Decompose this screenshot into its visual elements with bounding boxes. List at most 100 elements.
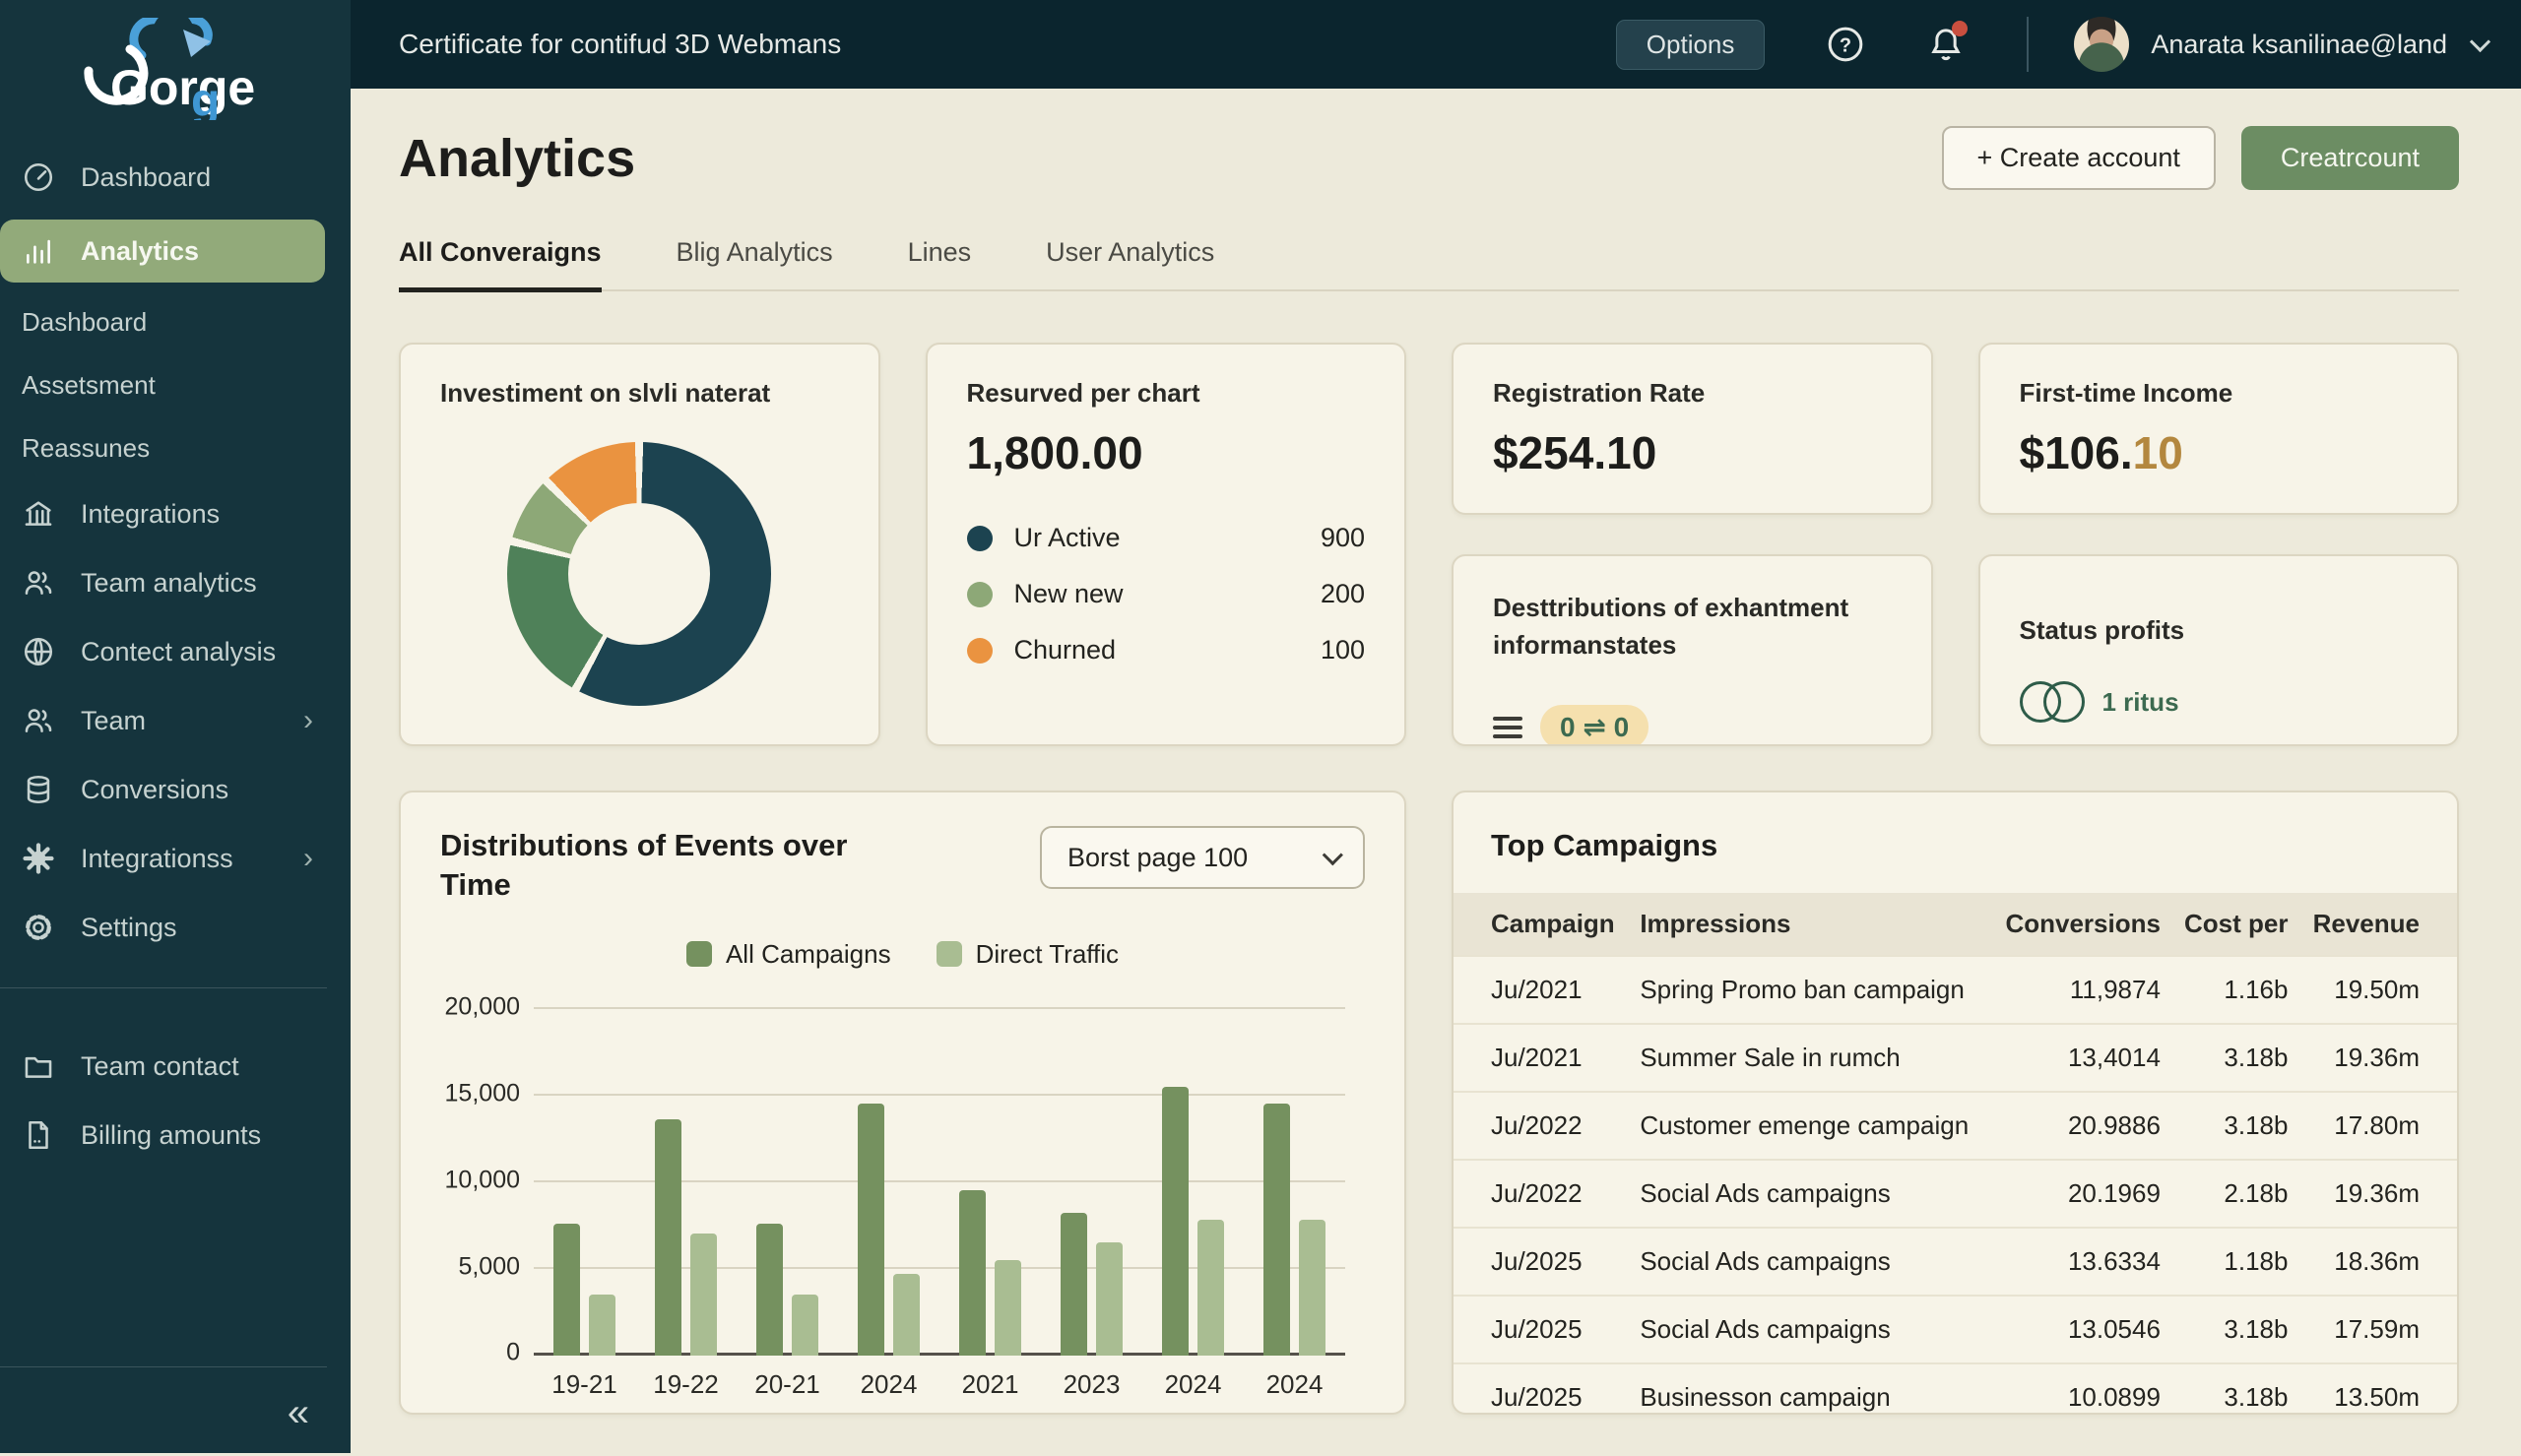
bar-group-2021 [939, 1009, 1041, 1356]
sidebar-item-dashboard[interactable]: Dashboard [0, 143, 351, 212]
y-tick-label: 15,000 [431, 1079, 520, 1108]
sidebar-item-label: Billing amounts [81, 1120, 261, 1151]
bar [655, 1119, 681, 1355]
y-tick-label: 20,000 [431, 992, 520, 1021]
bar [1197, 1220, 1224, 1355]
table-row[interactable]: Ju/2021Spring Promo ban campaign11,98741… [1454, 956, 2457, 1024]
sidebar-item-analytics[interactable]: Analytics [0, 220, 325, 283]
table-row[interactable]: Ju/2021Summer Sale in rumch13,40143.18b1… [1454, 1024, 2457, 1092]
legend-dot [967, 638, 993, 664]
sidebar-footer-nav: Team contact Billing amounts [0, 1014, 351, 1170]
card-label: Investiment on slvli naterat [440, 378, 839, 409]
sidebar-item-label: Assetsment [22, 370, 156, 401]
sidebar-item-contect-analysis[interactable]: Contect analysis [0, 617, 351, 686]
sidebar-item-integrations[interactable]: Integrations [0, 479, 351, 548]
sidebar-item-label: Settings [81, 913, 177, 943]
legend-dot [967, 582, 993, 607]
sidebar-item-team-analytics[interactable]: Team analytics [0, 548, 351, 617]
options-button[interactable]: Options [1616, 20, 1766, 70]
table-cell: 2.18b [2170, 1160, 2298, 1228]
table-row[interactable]: Ju/2022Customer emenge campaign20.98863.… [1454, 1092, 2457, 1160]
table-row[interactable]: Ju/2025Businesson campaign10.08993.18b13… [1454, 1363, 2457, 1415]
tab-user-analytics[interactable]: User Analytics [1046, 237, 1214, 292]
sidebar-item-dashboard[interactable]: Dashboard [0, 290, 351, 353]
table-cell: Ju/2022 [1454, 1160, 1630, 1228]
sidebar-collapse-icon[interactable]: « [288, 1393, 309, 1432]
registration-rate-card: Registration Rate $254.10 [1452, 343, 1933, 515]
database-icon [22, 773, 55, 806]
bank-icon [22, 497, 55, 531]
legend-item: Direct Traffic [937, 939, 1119, 970]
people-icon [22, 566, 55, 600]
bar [756, 1224, 783, 1356]
table-cell: Social Ads campaigns [1630, 1228, 1989, 1296]
tab-all-converaigns[interactable]: All Converaigns [399, 237, 602, 292]
sidebar-item-team-contact[interactable]: Team contact [0, 1032, 351, 1101]
tab-lines[interactable]: Lines [908, 237, 972, 292]
people-icon [22, 704, 55, 737]
chevron-down-icon [1323, 845, 1343, 865]
column-header-revenue: Revenue [2297, 893, 2457, 956]
table-cell: 1.16b [2170, 956, 2298, 1024]
help-icon[interactable]: ? [1826, 25, 1865, 64]
sidebar-item-settings[interactable]: Settings [0, 893, 351, 962]
table-cell: Ju/2025 [1454, 1296, 1630, 1363]
user-menu-chevron-icon[interactable] [2470, 31, 2490, 51]
table-cell: 18.36m [2297, 1228, 2457, 1296]
brand-logo[interactable]: Gorge g [0, 0, 351, 125]
creatrcount-button[interactable]: Creatrcount [2241, 126, 2459, 190]
table-cell: 3.18b [2170, 1092, 2298, 1160]
table-cell: 19.50m [2297, 956, 2457, 1024]
toggle-icon[interactable] [2020, 681, 2085, 723]
topbar-title: Certificate for contifud 3D Webmans [399, 29, 841, 60]
legend-value: 200 [1321, 579, 1365, 609]
page-size-select[interactable]: Borst page 100 [1040, 826, 1365, 889]
sidebar-item-reassunes[interactable]: Reassunes [0, 416, 351, 479]
table-cell: Ju/2021 [1454, 1024, 1630, 1092]
table-row[interactable]: Ju/2025Social Ads campaigns13.05463.18b1… [1454, 1296, 2457, 1363]
user-avatar[interactable] [2074, 17, 2129, 72]
chart-legend: All CampaignsDirect Traffic [440, 939, 1365, 970]
table-cell: 20.9886 [1990, 1092, 2170, 1160]
notifications-bell-icon[interactable] [1926, 25, 1966, 64]
gear-icon [22, 911, 55, 944]
y-tick-label: 10,000 [431, 1166, 520, 1194]
bar [1263, 1104, 1290, 1355]
column-header-campaign: Campaign [1454, 893, 1630, 956]
legend-swatch [686, 941, 712, 967]
table-cell: 10.0899 [1990, 1363, 2170, 1415]
sidebar-item-team[interactable]: Team› [0, 686, 351, 755]
table-header: CampaignImpressionsConversionsCost perRe… [1454, 893, 2457, 956]
table-cell: 13.6334 [1990, 1228, 2170, 1296]
bar [792, 1295, 818, 1356]
sidebar-nav: Dashboard Analytics Dashboard Assetsment Rea… [0, 125, 351, 962]
legend-value: 900 [1321, 523, 1365, 553]
table-cell: 13.0546 [1990, 1296, 2170, 1363]
list-icon [1493, 717, 1522, 738]
table-cell: 19.36m [2297, 1160, 2457, 1228]
tab-blig-analytics[interactable]: Blig Analytics [677, 237, 833, 292]
table-cell: 19.36m [2297, 1024, 2457, 1092]
doc-icon [22, 1118, 55, 1152]
globe-icon [22, 635, 55, 668]
page-title: Analytics [399, 128, 635, 189]
table-row[interactable]: Ju/2022Social Ads campaigns20.19692.18b1… [1454, 1160, 2457, 1228]
sidebar-item-assetsment[interactable]: Assetsment [0, 353, 351, 416]
create-account-button[interactable]: + Create account [1942, 126, 2216, 190]
x-tick-label: 19-22 [635, 1369, 737, 1400]
campaigns-table: CampaignImpressionsConversionsCost perRe… [1454, 893, 2457, 1415]
card-label: Resurved per chart [967, 378, 1366, 409]
table-row[interactable]: Ju/2025Social Ads campaigns13.63341.18b1… [1454, 1228, 2457, 1296]
legend-value: 100 [1321, 635, 1365, 665]
divider [0, 1366, 327, 1367]
sidebar-item-label: Team contact [81, 1051, 239, 1082]
x-tick-label: 19-21 [534, 1369, 635, 1400]
sidebar-item-integrationss[interactable]: Integrationss› [0, 824, 351, 893]
donut-chart [507, 442, 771, 706]
chevron-right-icon: › [303, 704, 313, 737]
sidebar-item-billing-amounts[interactable]: Billing amounts [0, 1101, 351, 1170]
sidebar-item-conversions[interactable]: Conversions [0, 755, 351, 824]
legend-swatch [937, 941, 962, 967]
x-tick-label: 2023 [1041, 1369, 1142, 1400]
sidebar-item-label: Contect analysis [81, 637, 276, 667]
